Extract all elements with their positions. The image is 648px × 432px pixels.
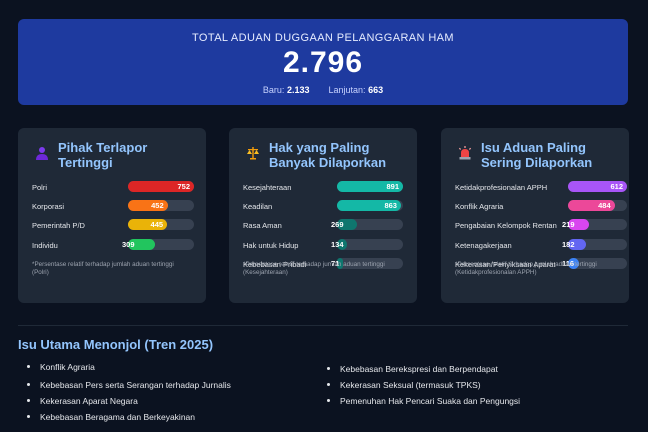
bar-row: Hak untuk Hidup 134 (243, 238, 403, 258)
bar-row: Rasa Aman 269 (243, 219, 403, 238)
bar-value: 891 (386, 182, 399, 191)
scales-icon (247, 147, 259, 160)
summary-title: TOTAL ADUAN DUGGAAN PELANGGARAN HAM (192, 32, 454, 44)
issue-item: Kebebasan Berekspresi dan Berpendapat (327, 364, 498, 374)
bar-label: Korporasi (32, 202, 65, 212)
card-header: Isu Aduan Paling Sering Dilaporkan (455, 140, 621, 176)
bar-row: Pemerintah P/D 445 (32, 219, 194, 238)
section-divider (18, 325, 628, 326)
card-header: Pihak Terlapor Tertinggi (32, 140, 198, 176)
bar-label: Ketenagakerjaan (455, 240, 512, 250)
issue-item: Kekerasan Aparat Negara (27, 396, 138, 406)
card-title-line2: Banyak Dilaporkan (269, 155, 387, 170)
card-footnote: *Persentase relatif terhadap jumlah adua… (455, 261, 597, 276)
card-hak-dilaporkan: Hak yang Paling Banyak Dilaporkan Keseja… (229, 128, 417, 303)
bar-label: Rasa Aman (243, 221, 282, 231)
lanjutan-label: Lanjutan: (328, 85, 366, 95)
bar-value: 134 (331, 239, 344, 249)
card-title-line1: Pihak Terlapor (58, 140, 148, 155)
bar-row: Polri 752 (32, 181, 194, 200)
card-title-line1: Isu Aduan Paling (481, 140, 586, 155)
bar-label: Individu (32, 240, 58, 250)
card-pihak-terlapor: Pihak Terlapor Tertinggi Polri 752 Korpora… (18, 128, 206, 303)
bar-track (337, 238, 403, 250)
bar-row: Kesejahteraan 891 (243, 181, 403, 200)
bar-value: 452 (151, 201, 164, 211)
bar-label: Kesejahteraan (243, 183, 292, 192)
card-title: Hak yang Paling Banyak Dilaporkan (269, 140, 409, 170)
baru-label: Baru: (262, 85, 285, 95)
card-header: Hak yang Paling Banyak Dilaporkan (243, 140, 409, 176)
lanjutan-value: 663 (368, 85, 384, 95)
card-title-line2: Sering Dilaporkan (481, 155, 593, 170)
bar-row: Individu 309 (32, 238, 194, 258)
total-summary-banner: TOTAL ADUAN DUGGAAN PELANGGARAN HAM 2.79… (18, 19, 628, 105)
card-footnote: *Persentase relatif terhadap jumlah adua… (243, 261, 385, 276)
bar-label: Polri (32, 183, 48, 192)
baru-value: 2.133 (286, 85, 310, 95)
bar-row: Konflik Agraria 484 (455, 200, 627, 219)
bar-row: Ketenagakerjaan 182 (455, 238, 627, 258)
bar-label: Hak untuk Hidup (243, 240, 299, 250)
bar-value: 269 (331, 220, 344, 230)
bar-list: Polri 752 Korporasi 452 Pemerintah P/D 445 Ind… (32, 181, 194, 258)
bar-label: Keadilan (243, 202, 273, 212)
card-title-line1: Hak yang Paling (269, 140, 370, 155)
card-isu-aduan: Isu Aduan Paling Sering Dilaporkan Ketid… (441, 128, 629, 303)
bar-track (337, 219, 403, 231)
bar-value: 484 (598, 201, 611, 211)
bar-row: Korporasi 452 (32, 200, 194, 219)
issues-section-title: Isu Utama Menonjol (Tren 2025) (18, 337, 214, 352)
bar-track (568, 238, 627, 250)
card-title-line2: Tertinggi (58, 155, 113, 170)
bar-row: Keadilan 863 (243, 200, 403, 219)
bar-row: Pengabaian Kelompok Rentan 219 (455, 219, 627, 238)
summary-total-value: 2.796 (282, 46, 364, 79)
issue-item: Kebebasan Pers serta Serangan terhadap J… (27, 380, 231, 390)
bar-value: 863 (384, 201, 397, 211)
card-footnote: *Persentase relatif terhadap jumlah adua… (32, 261, 174, 276)
bar-value: 752 (177, 182, 190, 191)
issue-item: Pemenuhan Hak Pencari Suaka dan Pengungs… (326, 396, 521, 406)
bar-track (568, 219, 627, 231)
bar-row: Ketidakprofesionalan APPH 612 (455, 181, 627, 200)
bar-value: 219 (562, 220, 575, 230)
bar-value: 445 (150, 220, 164, 230)
person-icon (36, 147, 48, 160)
bar-label: Pengabaian Kelompok Rentan (455, 221, 557, 231)
bar-value: 182 (562, 239, 575, 249)
card-title: Isu Aduan Paling Sering Dilaporkan (481, 140, 621, 170)
bar-label: Ketidakprofesionalan APPH (455, 183, 548, 192)
card-title: Pihak Terlapor Tertinggi (58, 140, 198, 170)
summary-breakdown: Baru: 2.133 Lanjutan: 663 (18, 85, 628, 95)
bar-value: 612 (610, 182, 623, 191)
bar-label: Pemerintah P/D (32, 221, 85, 231)
issue-item: Kekerasan Seksual (termasuk TPKS) (327, 380, 481, 390)
issue-item: Kebebasan Beragama dan Berkeyakinan (27, 412, 195, 422)
bar-value: 309 (122, 239, 135, 249)
issue-item: Konflik Agraria (27, 362, 95, 372)
bar-track (128, 238, 194, 250)
bar-label: Konflik Agraria (455, 202, 504, 212)
alarm-icon (459, 146, 471, 160)
